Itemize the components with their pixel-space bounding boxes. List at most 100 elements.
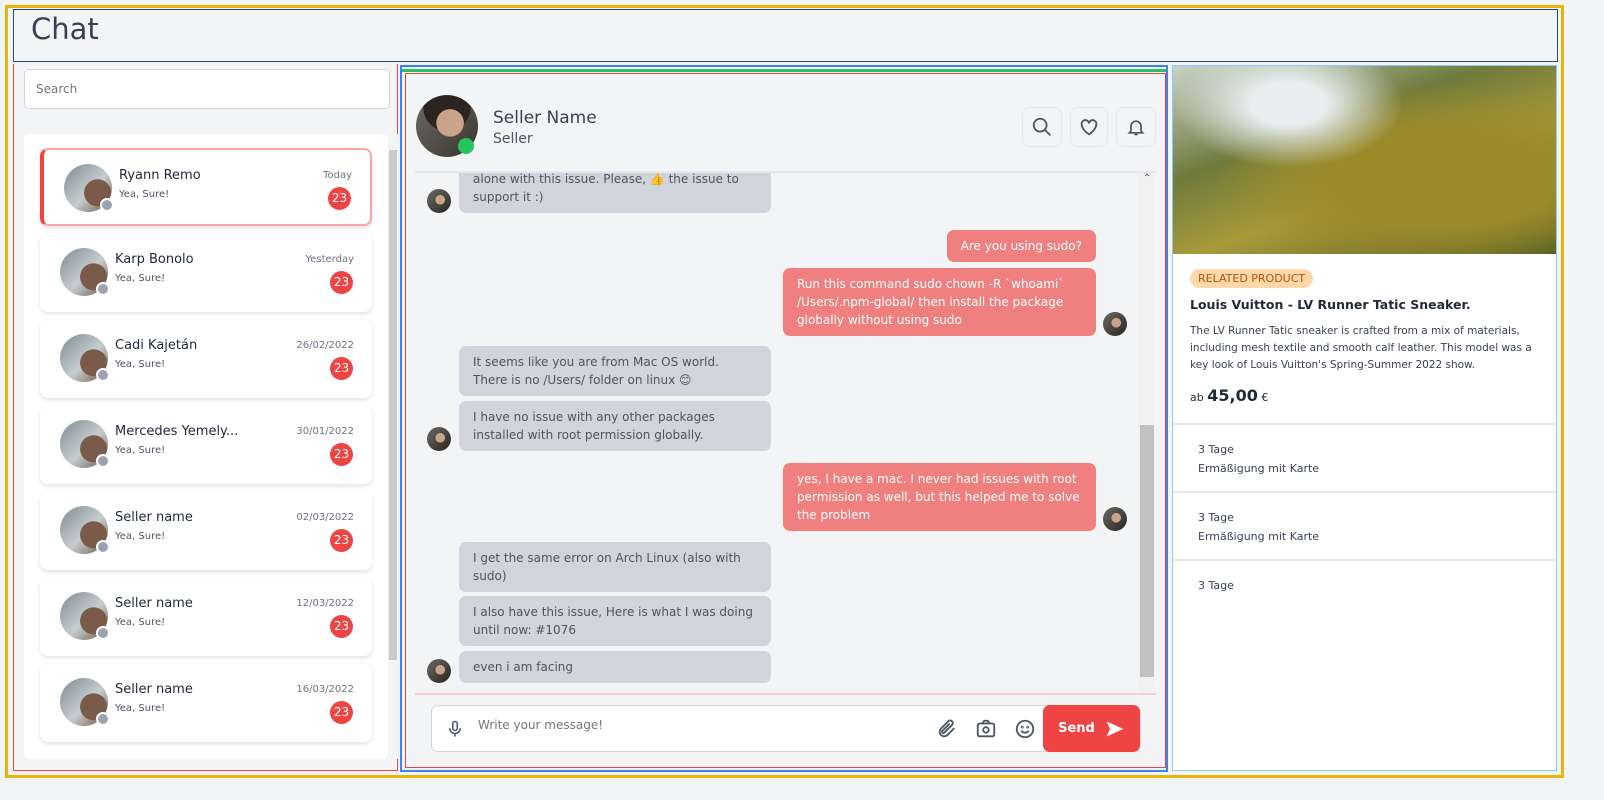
conversation-date: Today [323, 170, 352, 181]
sent-message: Run this command sudo chown -R `whoami` … [783, 268, 1096, 336]
scroll-up-icon[interactable]: ⌃ [1139, 173, 1155, 184]
product-option[interactable]: 3 Tage Ermäßigung mit Karte [1173, 423, 1556, 491]
online-status-dot [458, 138, 474, 154]
unread-badge: 23 [330, 701, 353, 724]
option-note: Ermäßigung mit Karte [1198, 530, 1320, 543]
status-dot [96, 712, 110, 726]
conversation-preview: Yea, Sure! [115, 531, 166, 542]
product-title[interactable]: Louis Vuitton - LV Runner Tatic Sneaker. [1190, 297, 1471, 312]
contact-name: Seller Name [493, 108, 597, 128]
option-days: 3 Tage [1198, 579, 1234, 592]
send-label: Send [1058, 721, 1095, 736]
emoji-icon[interactable] [1014, 718, 1036, 740]
message-composer: Send [431, 705, 1141, 752]
product-panel: RELATED PRODUCT Louis Vuitton - LV Runne… [1172, 65, 1557, 771]
conversation-preview: Yea, Sure! [115, 445, 166, 456]
status-dot [96, 626, 110, 640]
conversation-preview: Yea, Sure! [115, 273, 166, 284]
status-dot [96, 368, 110, 382]
conversation-name: Seller name [115, 510, 193, 525]
message-list: alone with this issue. Please, 👍 the iss… [415, 173, 1139, 692]
bell-icon [1127, 120, 1145, 136]
message-avatar [427, 659, 451, 683]
favorite-button[interactable] [1070, 107, 1108, 147]
message-avatar [1103, 312, 1127, 336]
conversation-date: Yesterday [305, 254, 354, 265]
conversation-preview: Yea, Sure! [119, 189, 170, 200]
unread-badge: 23 [330, 271, 353, 294]
messages-scrollbar-thumb[interactable] [1140, 425, 1154, 677]
conversation-name: Mercedes Yemely... [115, 424, 239, 439]
conversation-preview: Yea, Sure! [115, 617, 166, 628]
price-currency: € [1261, 391, 1269, 404]
send-button[interactable]: Send [1043, 705, 1140, 752]
received-message: alone with this issue. Please, 👍 the iss… [459, 173, 771, 213]
conversation-date: 02/03/2022 [296, 512, 354, 523]
unread-badge: 23 [330, 357, 353, 380]
conversation-item[interactable]: Seller name Yea, Sure! 16/03/2022 23 [40, 664, 372, 742]
search-icon [1032, 117, 1051, 136]
message-avatar [427, 189, 451, 213]
message-avatar [427, 427, 451, 451]
received-message: It seems like you are from Mac OS world.… [459, 346, 771, 396]
status-dot [100, 198, 114, 212]
product-option[interactable]: 3 Tage [1173, 559, 1556, 612]
received-message: I also have this issue, Here is what I w… [459, 596, 771, 646]
option-note: Ermäßigung mit Karte [1198, 462, 1320, 475]
product-image [1173, 66, 1556, 254]
contact-role: Seller [493, 131, 533, 147]
received-message: I get the same error on Arch Linux (also… [459, 542, 771, 592]
option-days: 3 Tage [1198, 443, 1234, 456]
conversation-item[interactable]: Mercedes Yemely... Yea, Sure! 30/01/2022… [40, 406, 372, 484]
unread-badge: 23 [328, 187, 351, 210]
conversation-name: Cadi Kajetán [115, 338, 198, 353]
conversation-date: 16/03/2022 [296, 684, 354, 695]
option-days: 3 Tage [1198, 511, 1234, 524]
paperclip-icon[interactable] [936, 718, 958, 740]
sent-message: Are you using sudo? [946, 230, 1096, 262]
conversation-date: 12/03/2022 [296, 598, 354, 609]
received-message: I have no issue with any other packages … [459, 401, 771, 451]
conversation-item[interactable]: Seller name Yea, Sure! 12/03/2022 23 [40, 578, 372, 656]
conversation-item[interactable]: Ryann Remo Yea, Sure! Today 23 [40, 148, 372, 226]
divider [415, 693, 1156, 695]
status-dot [96, 540, 110, 554]
conversation-name: Seller name [115, 682, 193, 697]
conversation-item[interactable]: Seller name Yea, Sure! 02/03/2022 23 [40, 492, 372, 570]
unread-badge: 23 [330, 615, 353, 638]
page-title: Chat [31, 12, 99, 46]
price-prefix: ab [1190, 391, 1204, 404]
status-dot [96, 282, 110, 296]
conversation-item[interactable]: Cadi Kajetán Yea, Sure! 26/02/2022 23 [40, 320, 372, 398]
search-input[interactable] [24, 69, 390, 109]
camera-icon[interactable] [975, 718, 997, 740]
sent-message: yes, I have a mac. I never had issues wi… [783, 463, 1096, 531]
conversation-date: 30/01/2022 [296, 426, 354, 437]
notifications-button[interactable] [1116, 107, 1156, 147]
status-dot [96, 454, 110, 468]
conversation-preview: Yea, Sure! [115, 703, 166, 714]
price-value: 45,00 [1207, 386, 1258, 405]
message-input[interactable] [478, 718, 918, 732]
product-description: The LV Runner Tatic sneaker is crafted f… [1190, 325, 1532, 371]
unread-badge: 23 [330, 443, 353, 466]
divider [402, 69, 1166, 72]
send-icon [1106, 721, 1124, 736]
conversation-preview: Yea, Sure! [115, 359, 166, 370]
conversation-name: Seller name [115, 596, 193, 611]
received-message: even i am facing [459, 651, 771, 683]
product-price: ab 45,00 € [1190, 386, 1268, 405]
search-button[interactable] [1022, 107, 1062, 147]
product-option[interactable]: 3 Tage Ermäßigung mit Karte [1173, 491, 1556, 559]
related-product-badge: RELATED PRODUCT [1190, 269, 1314, 288]
message-avatar [1103, 507, 1127, 531]
conversation-item[interactable]: Karp Bonolo Yea, Sure! Yesterday 23 [40, 234, 372, 312]
page-header: Chat [13, 9, 1558, 62]
conversation-date: 26/02/2022 [296, 340, 354, 351]
microphone-icon[interactable] [446, 718, 464, 740]
unread-badge: 23 [330, 529, 353, 552]
conversation-name: Ryann Remo [119, 168, 201, 183]
list-scrollbar-thumb[interactable] [389, 150, 397, 660]
heart-icon [1080, 119, 1098, 136]
conversation-name: Karp Bonolo [115, 252, 194, 267]
